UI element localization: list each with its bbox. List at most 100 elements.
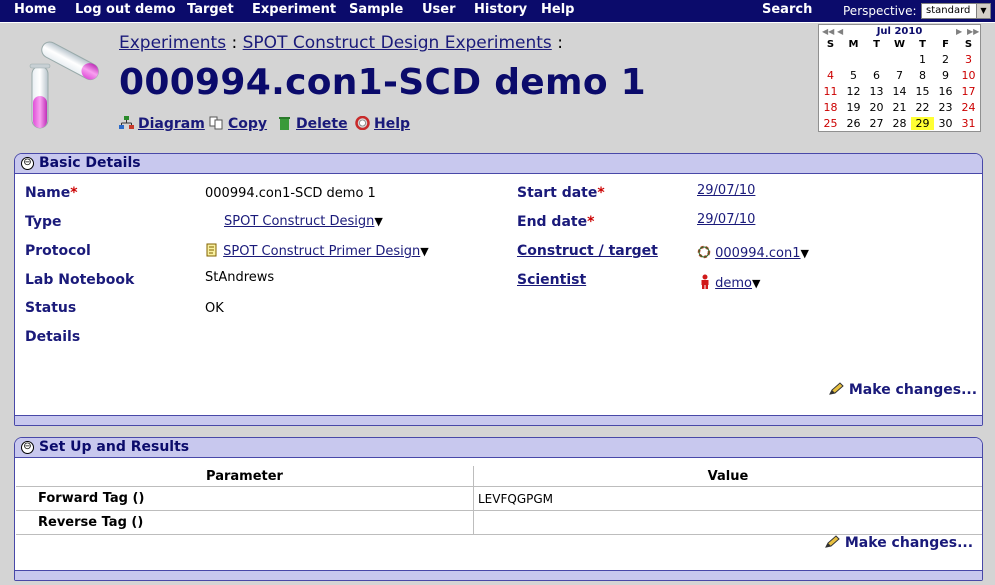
- calendar-day[interactable]: 14: [888, 85, 911, 98]
- protocol-value-group: SPOT Construct Primer Design▼: [205, 243, 429, 259]
- nav-target[interactable]: Target: [187, 2, 234, 17]
- calendar-day[interactable]: 11: [819, 85, 842, 98]
- calendar-day[interactable]: 28: [888, 117, 911, 130]
- type-link[interactable]: SPOT Construct Design: [224, 214, 374, 229]
- pencil-icon: [825, 535, 840, 548]
- next-month-icon[interactable]: ▶: [956, 27, 962, 36]
- calendar-day[interactable]: 4: [819, 69, 842, 82]
- pencil-icon: [829, 382, 844, 395]
- calendar-day[interactable]: 1: [911, 53, 934, 66]
- calendar-day[interactable]: 22: [911, 101, 934, 114]
- breadcrumb: Experiments : SPOT Construct Design Expe…: [119, 33, 563, 53]
- calendar-day[interactable]: 24: [957, 101, 980, 114]
- setup-results-title: Set Up and Results: [39, 439, 190, 455]
- chevron-down-icon[interactable]: ▼: [976, 4, 990, 18]
- top-nav-bar: Home Log out demo Target Experiment Samp…: [0, 0, 995, 23]
- calendar-day[interactable]: 27: [865, 117, 888, 130]
- lab-notebook-label: Lab Notebook: [25, 272, 135, 288]
- calendar-day[interactable]: 6: [865, 69, 888, 82]
- calendar-day[interactable]: 20: [865, 101, 888, 114]
- help-action[interactable]: Help: [355, 116, 410, 132]
- end-date-value[interactable]: 29/07/10: [697, 212, 755, 227]
- basic-details-header[interactable]: ⊖ Basic Details: [15, 154, 982, 174]
- construct-dropdown-icon[interactable]: ▼: [801, 247, 809, 260]
- calendar-day[interactable]: 16: [934, 85, 957, 98]
- collapse-icon[interactable]: ⊖: [21, 157, 34, 170]
- calendar-day[interactable]: 2: [934, 53, 957, 66]
- scientist-dropdown-icon[interactable]: ▼: [752, 277, 760, 290]
- scientist-label[interactable]: Scientist: [517, 272, 586, 288]
- calendar-day[interactable]: 19: [842, 101, 865, 114]
- parameter-cell: Reverse Tag (): [16, 510, 474, 535]
- construct-link[interactable]: 000994.con1: [715, 246, 800, 261]
- page-title: 000994.con1-SCD demo 1: [119, 62, 647, 103]
- lab-notebook-value: StAndrews: [205, 270, 275, 285]
- calendar-widget: ◀◀ ◀ Jul 2010 ▶ ▶▶ S M T W T F S 1 2 3 4 5 6 7 8 9 10 11 1…: [818, 24, 981, 132]
- calendar-day[interactable]: 5: [842, 69, 865, 82]
- copy-link[interactable]: Copy: [228, 116, 267, 132]
- collapse-icon[interactable]: ⊖: [21, 441, 34, 454]
- calendar-day[interactable]: 9: [934, 69, 957, 82]
- next-year-icon[interactable]: ▶▶: [967, 27, 979, 36]
- table-header-row: Parameter Value: [16, 466, 982, 487]
- delete-link[interactable]: Delete: [296, 116, 348, 132]
- calendar-weekday-label: T: [873, 39, 880, 50]
- perspective-label: Perspective:: [843, 4, 917, 18]
- nav-logout[interactable]: Log out demo: [75, 2, 176, 17]
- copy-action[interactable]: Copy: [209, 116, 267, 132]
- required-mark: *: [597, 185, 605, 201]
- nav-home[interactable]: Home: [14, 2, 56, 17]
- start-date-label: Start date*: [517, 185, 605, 201]
- details-label: Details: [25, 329, 81, 345]
- make-changes-label[interactable]: Make changes...: [845, 535, 973, 551]
- breadcrumb-experiments-link[interactable]: Experiments: [119, 33, 226, 53]
- nav-help[interactable]: Help: [541, 2, 574, 17]
- breadcrumb-category-link[interactable]: SPOT Construct Design Experiments: [243, 33, 552, 53]
- basic-details-title: Basic Details: [39, 155, 141, 171]
- column-header-parameter: Parameter: [16, 466, 474, 487]
- value-cell: LEVFQGPGM: [473, 486, 982, 511]
- perspective-select[interactable]: standard ▼: [921, 3, 991, 19]
- basic-details-panel: ⊖ Basic Details Name* 000994.con1-SCD de…: [14, 153, 983, 426]
- calendar-day[interactable]: 21: [888, 101, 911, 114]
- diagram-link[interactable]: Diagram: [138, 116, 205, 132]
- nav-search[interactable]: Search: [762, 2, 812, 17]
- type-dropdown-icon[interactable]: ▼: [374, 215, 382, 228]
- calendar-day[interactable]: 18: [819, 101, 842, 114]
- trash-icon: [279, 117, 290, 130]
- make-changes-label[interactable]: Make changes...: [849, 382, 977, 398]
- setup-results-header[interactable]: ⊖ Set Up and Results: [15, 438, 982, 458]
- construct-target-label[interactable]: Construct / target: [517, 243, 658, 259]
- calendar-day[interactable]: 12: [842, 85, 865, 98]
- nav-user[interactable]: User: [422, 2, 456, 17]
- start-date-value[interactable]: 29/07/10: [697, 183, 755, 198]
- make-changes-basic[interactable]: Make changes...: [828, 382, 977, 398]
- protocol-link[interactable]: SPOT Construct Primer Design: [223, 244, 420, 259]
- end-date-label: End date*: [517, 214, 595, 230]
- calendar-day[interactable]: 23: [934, 101, 957, 114]
- delete-action[interactable]: Delete: [277, 116, 348, 132]
- calendar-weekday-label: S: [826, 39, 835, 50]
- scientist-link[interactable]: demo: [715, 276, 752, 291]
- nav-experiment[interactable]: Experiment: [252, 2, 336, 17]
- calendar-day[interactable]: 31: [957, 117, 980, 130]
- nav-history[interactable]: History: [474, 2, 527, 17]
- calendar-day[interactable]: 15: [911, 85, 934, 98]
- lifebuoy-icon: [355, 116, 370, 130]
- calendar-day[interactable]: 26: [842, 117, 865, 130]
- calendar-day[interactable]: 3: [957, 53, 980, 66]
- nav-sample[interactable]: Sample: [349, 2, 403, 17]
- help-link[interactable]: Help: [374, 116, 410, 132]
- calendar-day[interactable]: 25: [819, 117, 842, 130]
- calendar-day[interactable]: 17: [957, 85, 980, 98]
- calendar-day[interactable]: 7: [888, 69, 911, 82]
- calendar-day[interactable]: 10: [957, 69, 980, 82]
- diagram-action[interactable]: Diagram: [119, 116, 205, 132]
- protocol-dropdown-icon[interactable]: ▼: [420, 245, 428, 258]
- required-mark: *: [70, 185, 78, 201]
- calendar-day[interactable]: 30: [934, 117, 957, 130]
- calendar-day[interactable]: 8: [911, 69, 934, 82]
- make-changes-results[interactable]: Make changes...: [824, 535, 973, 551]
- calendar-day[interactable]: 13: [865, 85, 888, 98]
- calendar-day[interactable]: 29: [911, 117, 934, 130]
